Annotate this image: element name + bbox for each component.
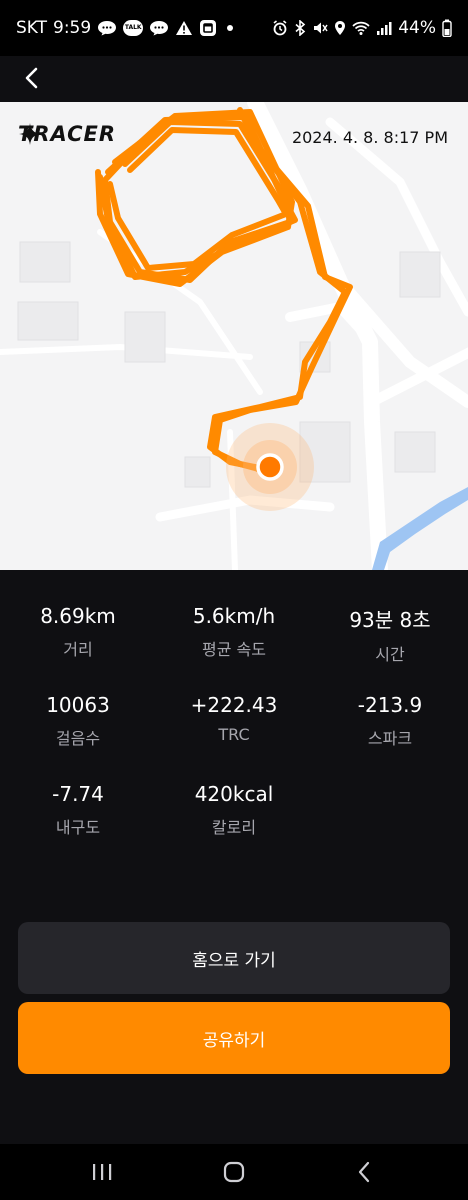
stat-duration: 93분 8초 시간 [312, 604, 468, 665]
battery-percent: 44% [398, 18, 436, 38]
stat-value: 420kcal [194, 782, 274, 806]
stat-label: 스파크 [367, 729, 413, 748]
stat-value: -213.9 [357, 693, 423, 717]
stat-steps: 10063 걸음수 [0, 693, 156, 749]
stat-label: 거리 [63, 640, 93, 659]
system-nav-bar [0, 1144, 468, 1200]
chevron-left-icon [25, 67, 38, 89]
chat-icon [97, 20, 117, 36]
map-canvas [0, 102, 468, 570]
stat-label: 걸음수 [55, 729, 101, 748]
battery-icon [442, 19, 452, 37]
talk-icon: TALK [123, 20, 144, 36]
stat-label: 칼로리 [211, 818, 257, 837]
location-icon [334, 20, 346, 36]
bluetooth-icon [294, 20, 306, 36]
back-button[interactable] [14, 60, 50, 96]
wifi-icon [352, 20, 370, 36]
recent-apps-icon [93, 1164, 112, 1180]
stat-value: 5.6km/h [192, 604, 276, 628]
clock: 9:59 [53, 18, 92, 38]
stat-avg-speed: 5.6km/h 평균 속도 [156, 604, 312, 660]
status-left: SKT 9:59 TALK [16, 18, 234, 38]
alarm-icon [272, 20, 288, 36]
stat-trc: +222.43 TRC [156, 693, 312, 744]
stat-spark: -213.9 스파크 [312, 693, 468, 749]
stat-value: 10063 [46, 693, 110, 717]
route-map[interactable]: TRACER 2024. 4. 8. 8:17 PM [0, 102, 468, 570]
stat-value: +222.43 [190, 693, 278, 717]
carrier-label: SKT [16, 18, 48, 38]
stat-label: 내구도 [55, 818, 101, 837]
sparkle-icon [19, 123, 41, 145]
stat-distance: 8.69km 거리 [0, 604, 156, 660]
back-icon [358, 1161, 370, 1183]
stats-panel: 8.69km 거리 5.6km/h 평균 속도 93분 8초 시간 10063 … [0, 570, 468, 1144]
home-nav-button[interactable] [214, 1158, 254, 1186]
status-right: 44% [272, 18, 452, 38]
stat-value: 8.69km [40, 604, 116, 628]
brand-logo: TRACER [18, 122, 116, 146]
recent-apps-button[interactable] [82, 1158, 122, 1186]
stat-label: 평균 속도 [202, 640, 266, 659]
stat-label: 시간 [375, 645, 405, 664]
stat-value: 93분 8초 [349, 608, 431, 632]
status-bar: SKT 9:59 TALK 44% [0, 0, 468, 56]
stat-value: -7.74 [52, 782, 104, 806]
activity-datetime: 2024. 4. 8. 8:17 PM [291, 128, 448, 147]
signal-icon [376, 20, 392, 36]
app-notification-icon [199, 19, 217, 37]
more-notifications-icon [227, 25, 234, 31]
message-icon [149, 20, 169, 36]
stat-calories: 420kcal 칼로리 [156, 782, 312, 838]
app-header [0, 56, 468, 102]
warning-icon [175, 20, 193, 36]
home-icon [223, 1161, 245, 1183]
go-home-button[interactable]: 홈으로 가기 [18, 922, 450, 994]
back-nav-button[interactable] [344, 1158, 384, 1186]
stat-durability: -7.74 내구도 [0, 782, 156, 838]
share-button[interactable]: 공유하기 [18, 1002, 450, 1074]
stat-label: TRC [218, 725, 250, 744]
mute-icon [312, 20, 328, 36]
